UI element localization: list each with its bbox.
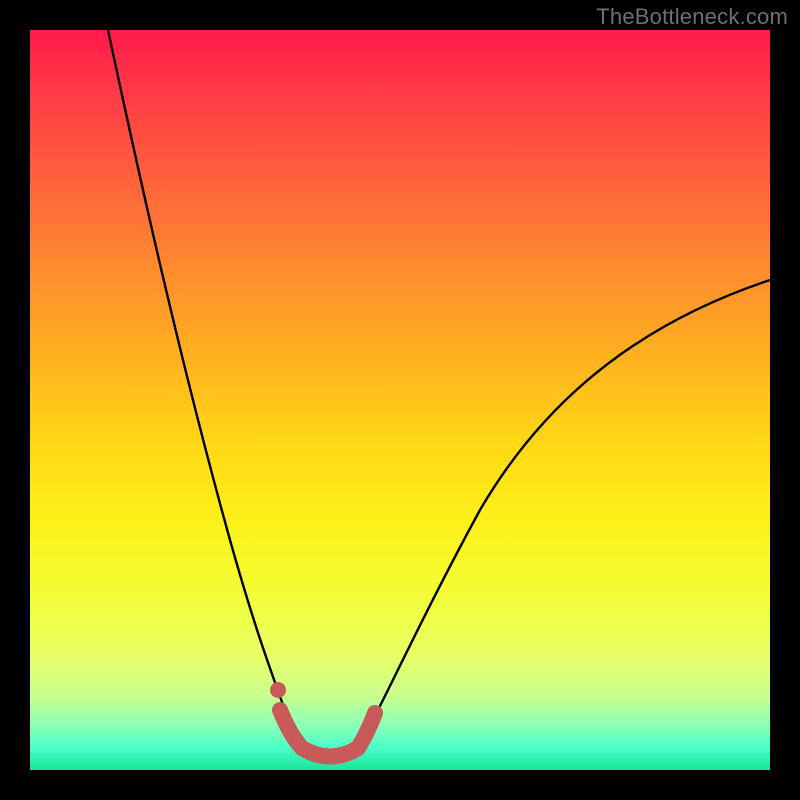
- right-branch-curve: [358, 280, 770, 748]
- plot-area: [30, 30, 770, 770]
- watermark-text: TheBottleneck.com: [596, 4, 788, 30]
- curve-layer: [30, 30, 770, 770]
- left-branch-curve: [108, 30, 302, 748]
- chart-frame: TheBottleneck.com: [0, 0, 800, 800]
- marker-dot: [270, 682, 286, 698]
- valley-highlight: [280, 710, 375, 757]
